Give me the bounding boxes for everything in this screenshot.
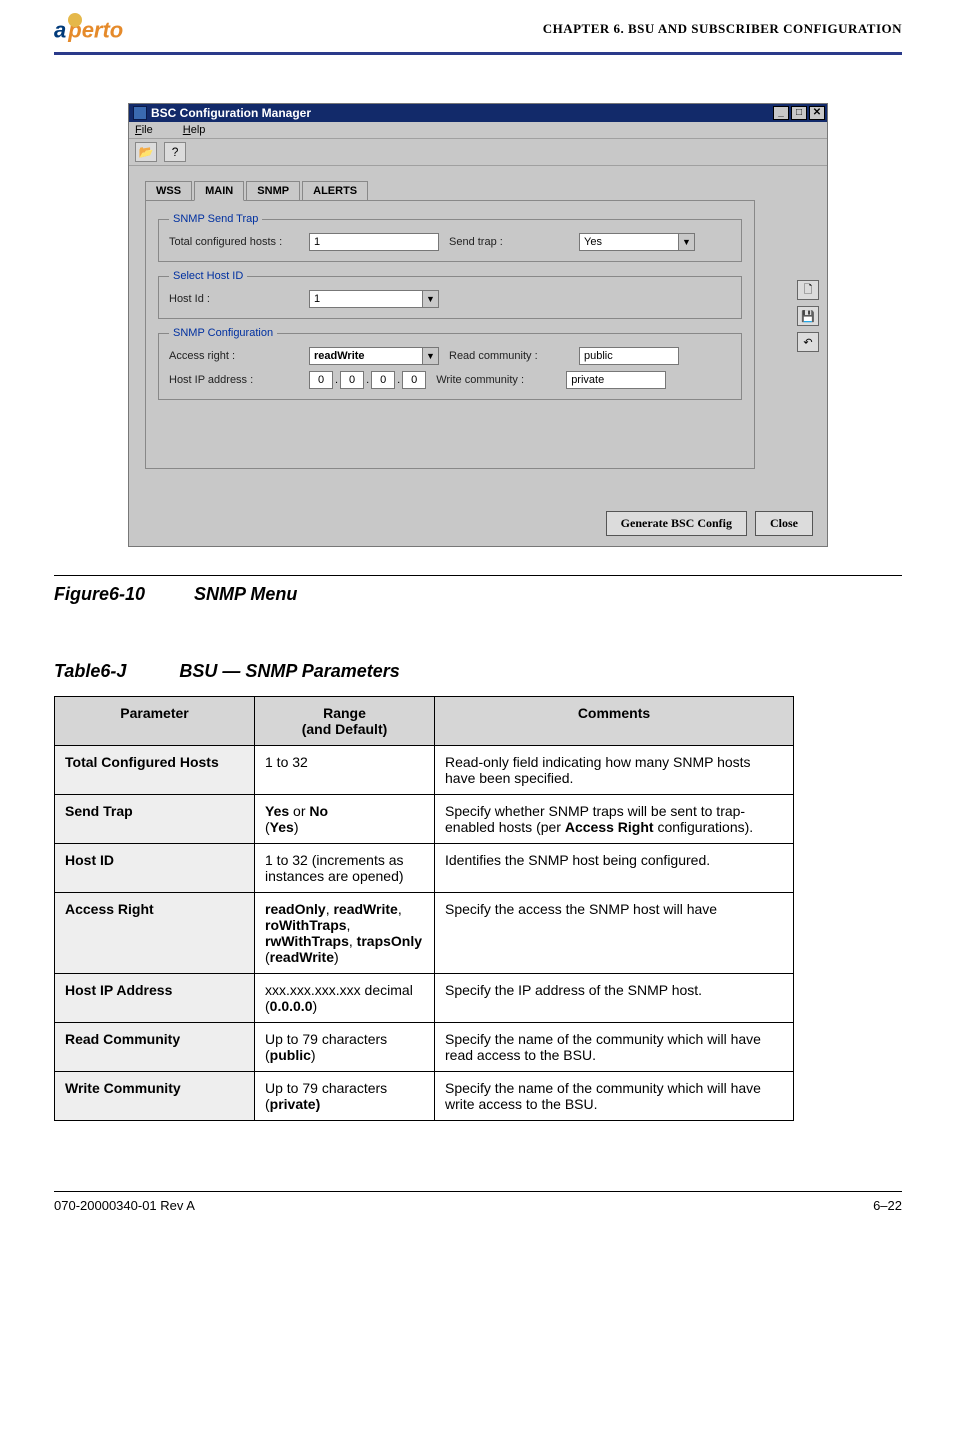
cell-range: Up to 79 characters(private) <box>255 1072 435 1121</box>
cell-comment: Specify the access the SNMP host will ha… <box>435 893 794 974</box>
open-icon[interactable]: 📂 <box>135 142 157 162</box>
group-send-trap: SNMP Send Trap <box>169 213 262 225</box>
col-parameter: Parameter <box>55 697 255 746</box>
cell-comment: Read-only field indicating how many SNMP… <box>435 746 794 795</box>
maximize-icon[interactable]: □ <box>791 106 807 120</box>
label-read-community: Read community : <box>449 350 569 362</box>
chevron-down-icon[interactable]: ▼ <box>679 233 695 251</box>
table-title: BSU — SNMP Parameters <box>179 661 399 681</box>
cell-comment: Specify whether SNMP traps will be sent … <box>435 795 794 844</box>
host-ip-input[interactable]: . . . <box>309 371 426 389</box>
cell-range: 1 to 32 <box>255 746 435 795</box>
send-trap-select[interactable]: ▼ <box>579 233 695 251</box>
cell-parameter: Send Trap <box>55 795 255 844</box>
ip-octet-3[interactable] <box>371 371 395 389</box>
read-community-input[interactable] <box>579 347 679 365</box>
figure-number: Figure6-10 <box>54 584 145 604</box>
access-right-value[interactable] <box>309 347 423 365</box>
ip-octet-2[interactable] <box>340 371 364 389</box>
header-rule <box>54 52 902 55</box>
figure-caption: Figure6-10 SNMP Menu <box>54 584 902 605</box>
help-icon[interactable]: ? <box>164 142 186 162</box>
cell-parameter: Host ID <box>55 844 255 893</box>
window-title: BSC Configuration Manager <box>151 106 311 120</box>
app-icon <box>133 106 147 120</box>
chapter-heading: CHAPTER 6. BSU AND SUBSCRIBER CONFIGURAT… <box>543 21 902 37</box>
close-button[interactable]: Close <box>755 511 813 536</box>
undo-icon[interactable]: ↶ <box>797 332 819 352</box>
cell-comment: Specify the name of the community which … <box>435 1023 794 1072</box>
label-host-ip: Host IP address : <box>169 374 299 386</box>
ip-octet-1[interactable] <box>309 371 333 389</box>
group-snmp-config: SNMP Configuration <box>169 327 277 339</box>
logo-part-a: a <box>54 17 66 42</box>
logo: aperto <box>54 15 123 43</box>
cell-parameter: Total Configured Hosts <box>55 746 255 795</box>
tab-main[interactable]: MAIN <box>194 181 244 201</box>
host-id-select[interactable]: ▼ <box>309 290 439 308</box>
cell-range: readOnly, readWrite, roWithTraps, rwWith… <box>255 893 435 974</box>
footer-doc-id: 070-20000340-01 Rev A <box>54 1198 195 1213</box>
send-trap-value[interactable] <box>579 233 679 251</box>
table-row: Total Configured Hosts1 to 32Read-only f… <box>55 746 794 795</box>
tab-wss[interactable]: WSS <box>145 181 192 200</box>
write-community-input[interactable] <box>566 371 666 389</box>
cell-range: 1 to 32 (increments as instances are ope… <box>255 844 435 893</box>
col-comments: Comments <box>435 697 794 746</box>
logo-sun-icon <box>68 13 82 27</box>
label-access-right: Access right : <box>169 350 299 362</box>
chevron-down-icon[interactable]: ▼ <box>423 290 439 308</box>
save-icon[interactable]: 💾 <box>797 306 819 326</box>
table-row: Host ID1 to 32 (increments as instances … <box>55 844 794 893</box>
label-total-hosts: Total configured hosts : <box>169 236 299 248</box>
cell-parameter: Read Community <box>55 1023 255 1072</box>
chevron-down-icon[interactable]: ▼ <box>423 347 439 365</box>
toolbar: 📂 ? <box>129 139 827 166</box>
tab-alerts[interactable]: ALERTS <box>302 181 368 200</box>
menu-help[interactable]: Help <box>183 124 206 136</box>
table-row: Access RightreadOnly, readWrite, roWithT… <box>55 893 794 974</box>
cell-range: Up to 79 characters(public) <box>255 1023 435 1072</box>
generate-button[interactable]: Generate BSC Config <box>606 511 747 536</box>
figure-rule <box>54 575 902 576</box>
table-row: Send TrapYes or No(Yes)Specify whether S… <box>55 795 794 844</box>
cell-parameter: Access Right <box>55 893 255 974</box>
cell-parameter: Host IP Address <box>55 974 255 1023</box>
table-row: Host IP Addressxxx.xxx.xxx.xxx decimal(0… <box>55 974 794 1023</box>
cell-comment: Specify the IP address of the SNMP host. <box>435 974 794 1023</box>
parameters-table: Parameter Range(and Default) Comments To… <box>54 696 794 1121</box>
table-number: Table6-J <box>54 661 126 681</box>
host-id-value[interactable] <box>309 290 423 308</box>
ip-octet-4[interactable] <box>402 371 426 389</box>
cell-range: Yes or No(Yes) <box>255 795 435 844</box>
cell-parameter: Write Community <box>55 1072 255 1121</box>
label-host-id: Host Id : <box>169 293 299 305</box>
cell-range: xxx.xxx.xxx.xxx decimal(0.0.0.0) <box>255 974 435 1023</box>
table-row: Read CommunityUp to 79 characters(public… <box>55 1023 794 1072</box>
figure-title: SNMP Menu <box>194 584 297 604</box>
new-icon[interactable]: 🗋 <box>797 280 819 300</box>
cell-comment: Specify the name of the community which … <box>435 1072 794 1121</box>
footer-page-number: 6–22 <box>873 1198 902 1213</box>
cell-comment: Identifies the SNMP host being configure… <box>435 844 794 893</box>
titlebar: BSC Configuration Manager _ □ ✕ <box>129 104 827 122</box>
tab-snmp[interactable]: SNMP <box>246 181 300 200</box>
access-right-select[interactable]: ▼ <box>309 347 439 365</box>
label-send-trap: Send trap : <box>449 236 569 248</box>
group-select-host: Select Host ID <box>169 270 247 282</box>
screenshot: BSC Configuration Manager _ □ ✕ File Hel… <box>128 103 828 547</box>
total-hosts-input[interactable] <box>309 233 439 251</box>
minimize-icon[interactable]: _ <box>773 106 789 120</box>
table-caption: Table6-J BSU — SNMP Parameters <box>54 661 902 682</box>
col-range: Range(and Default) <box>255 697 435 746</box>
close-icon[interactable]: ✕ <box>809 106 825 120</box>
menu-file[interactable]: File <box>135 124 153 136</box>
label-write-community: Write community : <box>436 374 556 386</box>
table-row: Write CommunityUp to 79 characters(priva… <box>55 1072 794 1121</box>
